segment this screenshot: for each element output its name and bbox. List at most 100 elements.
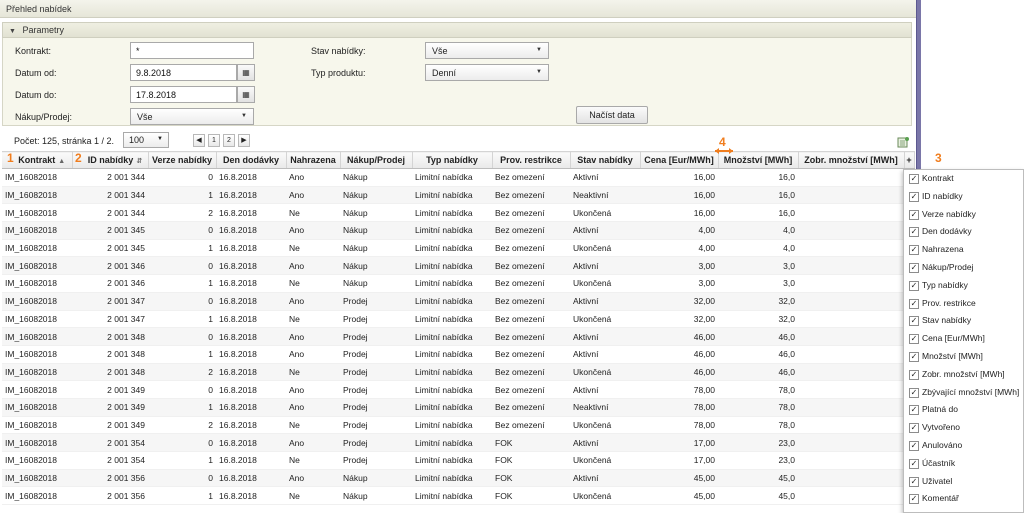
checkbox-checked-icon[interactable]: ✓ <box>909 423 919 434</box>
checkbox-checked-icon[interactable]: ✓ <box>909 334 919 345</box>
table-row[interactable]: IM_16082018 2 001 346 0 16.8.2018 Ano Nákup Li… <box>2 256 914 276</box>
typ-value: Denní <box>432 68 457 78</box>
table-row[interactable]: IM_16082018 2 001 346 1 16.8.2018 Ne Nákup Lim… <box>2 274 914 293</box>
table-row[interactable]: IM_16082018 2 001 354 1 16.8.2018 Ne Prodej Li… <box>2 451 914 470</box>
column-chooser-item[interactable]: ✓ Anulováno <box>904 437 1023 455</box>
table-row[interactable]: IM_16082018 2 001 349 0 16.8.2018 Ano Prodej L… <box>2 380 914 399</box>
col-header-nakup-prodej[interactable]: Nákup/Prodej <box>340 151 413 169</box>
export-excel-icon[interactable] <box>897 136 909 148</box>
col-header-zobr-mnozstvi[interactable]: Zobr. množství [MWh] <box>798 151 905 169</box>
page-size-select[interactable]: 100 ▼ <box>123 132 169 148</box>
checkbox-checked-icon[interactable]: ✓ <box>909 316 919 327</box>
table-cell: 1 <box>148 486 216 506</box>
table-cell: 3,00 <box>640 256 718 276</box>
col-header-den-dodavky[interactable]: Den dodávky <box>216 151 287 169</box>
checkbox-checked-icon[interactable]: ✓ <box>909 280 919 291</box>
column-chooser-item[interactable]: ✓ Prov. restrikce <box>904 295 1023 313</box>
sort-icon[interactable]: ⇵ <box>136 158 142 165</box>
datum-do-input[interactable]: 17.8.2018 <box>130 86 237 103</box>
column-chooser-item[interactable]: ✓ Kontrakt <box>904 170 1023 188</box>
column-chooser-item[interactable]: ✓ Verze nabídky <box>904 206 1023 224</box>
table-row[interactable]: IM_16082018 2 001 349 2 16.8.2018 Ne Prodej Li… <box>2 416 914 435</box>
column-chooser-item[interactable]: ✓ Nákup/Prodej <box>904 259 1023 277</box>
column-chooser-item[interactable]: ✓ Nahrazena <box>904 241 1023 259</box>
col-header-nahrazena[interactable]: Nahrazena <box>286 151 341 169</box>
col-header-verze[interactable]: Verze nabídky <box>148 151 217 169</box>
table-cell: 2 <box>148 203 216 223</box>
table-cell: 16.8.2018 <box>216 239 286 258</box>
column-chooser-item[interactable]: ✓ Uživatel <box>904 473 1023 491</box>
table-row[interactable]: IM_16082018 2 001 349 1 16.8.2018 Ano Prodej L… <box>2 398 914 417</box>
column-chooser-item[interactable]: ✓ Den dodávky <box>904 223 1023 241</box>
column-chooser-item[interactable]: ✓ Účastník <box>904 455 1023 473</box>
checkbox-checked-icon[interactable]: ✓ <box>909 458 919 469</box>
table-row[interactable]: IM_16082018 2 001 347 1 16.8.2018 Ne Prodej Li… <box>2 310 914 329</box>
table-row[interactable]: IM_16082018 2 001 345 0 16.8.2018 Ano Nákup Li… <box>2 221 914 240</box>
table-cell <box>798 398 904 417</box>
stav-select[interactable]: Vše ▼ <box>425 42 549 59</box>
column-chooser-item[interactable]: ✓ Platná do <box>904 401 1023 419</box>
checkbox-checked-icon[interactable]: ✓ <box>909 351 919 362</box>
column-chooser-item[interactable]: ✓ Množství [MWh] <box>904 348 1023 366</box>
table-row[interactable]: IM_16082018 2 001 348 2 16.8.2018 Ne Prodej Li… <box>2 363 914 382</box>
page-1-button[interactable]: 1 <box>208 134 220 147</box>
table-row[interactable]: IM_16082018 2 001 354 0 16.8.2018 Ano Prodej L… <box>2 433 914 452</box>
checkbox-checked-icon[interactable]: ✓ <box>909 476 919 487</box>
table-cell: 32,00 <box>640 310 718 329</box>
col-header-prov-restrikce[interactable]: Prov. restrikce <box>492 151 571 169</box>
stav-label: Stav nabídky: <box>311 46 366 56</box>
table-cell: 45,0 <box>718 469 798 488</box>
sort-asc-icon[interactable]: ▲ <box>58 158 65 165</box>
page-2-button[interactable]: 2 <box>223 134 235 147</box>
nakup-prodej-select[interactable]: Vše ▼ <box>130 108 254 125</box>
table-row[interactable]: IM_16082018 2 001 344 2 16.8.2018 Ne Nákup Lim… <box>2 203 914 223</box>
table-cell <box>798 416 904 435</box>
calendar-icon[interactable]: ▦ <box>237 86 255 103</box>
checkbox-checked-icon[interactable]: ✓ <box>909 405 919 416</box>
checkbox-checked-icon[interactable]: ✓ <box>909 174 919 184</box>
collapse-triangle-icon[interactable]: ▼ <box>9 28 16 35</box>
table-row[interactable]: IM_16082018 2 001 345 1 16.8.2018 Ne Nákup Lim… <box>2 239 914 258</box>
column-chooser-item[interactable]: ✓ Zbývající množství [MWh] <box>904 384 1023 402</box>
typ-select[interactable]: Denní ▼ <box>425 64 549 81</box>
column-chooser-item[interactable]: ✓ Komentář <box>904 490 1023 508</box>
table-row[interactable]: IM_16082018 2 001 344 0 16.8.2018 Ano Nákup Li… <box>2 168 914 187</box>
table-cell: 45,00 <box>640 486 718 506</box>
table-cell: 16.8.2018 <box>216 327 286 346</box>
params-panel-header[interactable]: ▼ Parametry <box>2 22 912 38</box>
table-row[interactable]: IM_16082018 2 001 356 1 16.8.2018 Ne Nákup Lim… <box>2 486 914 506</box>
col-header-id-nabidky[interactable]: ID nabídky ⇵ <box>72 151 149 169</box>
prev-page-icon[interactable]: ◀ <box>193 134 205 147</box>
checkbox-checked-icon[interactable]: ✓ <box>909 191 919 202</box>
checkbox-checked-icon[interactable]: ✓ <box>909 262 919 273</box>
column-chooser-item[interactable]: ✓ Typ nabídky <box>904 277 1023 295</box>
table-row[interactable]: IM_16082018 2 001 347 0 16.8.2018 Ano Prodej L… <box>2 292 914 311</box>
next-page-icon[interactable]: ▶ <box>238 134 250 147</box>
table-row[interactable]: IM_16082018 2 001 344 1 16.8.2018 Ano Nákup Li… <box>2 186 914 205</box>
checkbox-checked-icon[interactable]: ✓ <box>909 245 919 256</box>
table-row[interactable]: IM_16082018 2 001 356 0 16.8.2018 Ano Nákup Li… <box>2 469 914 488</box>
load-data-button[interactable]: Načíst data <box>576 106 648 124</box>
checkbox-checked-icon[interactable]: ✓ <box>909 227 919 238</box>
column-chooser-item[interactable]: ✓ Cena [Eur/MWh] <box>904 330 1023 348</box>
checkbox-checked-icon[interactable]: ✓ <box>909 298 919 309</box>
checkbox-checked-icon[interactable]: ✓ <box>909 209 919 220</box>
checkbox-checked-icon[interactable]: ✓ <box>909 440 919 451</box>
checkbox-checked-icon[interactable]: ✓ <box>909 494 919 505</box>
column-chooser-item[interactable]: ✓ Vytvořeno <box>904 419 1023 437</box>
datum-od-input[interactable]: 9.8.2018 <box>130 64 237 81</box>
checkbox-checked-icon[interactable]: ✓ <box>909 387 919 398</box>
checkbox-checked-icon[interactable]: ✓ <box>909 369 919 380</box>
column-chooser-button[interactable]: + <box>904 151 915 169</box>
column-chooser-item[interactable]: ✓ ID nabídky <box>904 188 1023 206</box>
table-cell: 16.8.2018 <box>216 451 286 470</box>
table-row[interactable]: IM_16082018 2 001 348 0 16.8.2018 Ano Prodej L… <box>2 327 914 346</box>
calendar-icon[interactable]: ▦ <box>237 64 255 81</box>
col-header-typ-nabidky[interactable]: Typ nabídky <box>412 151 493 169</box>
column-chooser-item[interactable]: ✓ Stav nabídky <box>904 312 1023 330</box>
column-chooser-item[interactable]: ✓ Zobr. množství [MWh] <box>904 366 1023 384</box>
kontrakt-input[interactable]: * <box>130 42 254 59</box>
table-row[interactable]: IM_16082018 2 001 348 1 16.8.2018 Ano Prodej L… <box>2 345 914 364</box>
col-header-cena[interactable]: Cena [Eur/MWh] <box>640 151 719 169</box>
col-header-stav-nabidky[interactable]: Stav nabídky <box>570 151 641 169</box>
